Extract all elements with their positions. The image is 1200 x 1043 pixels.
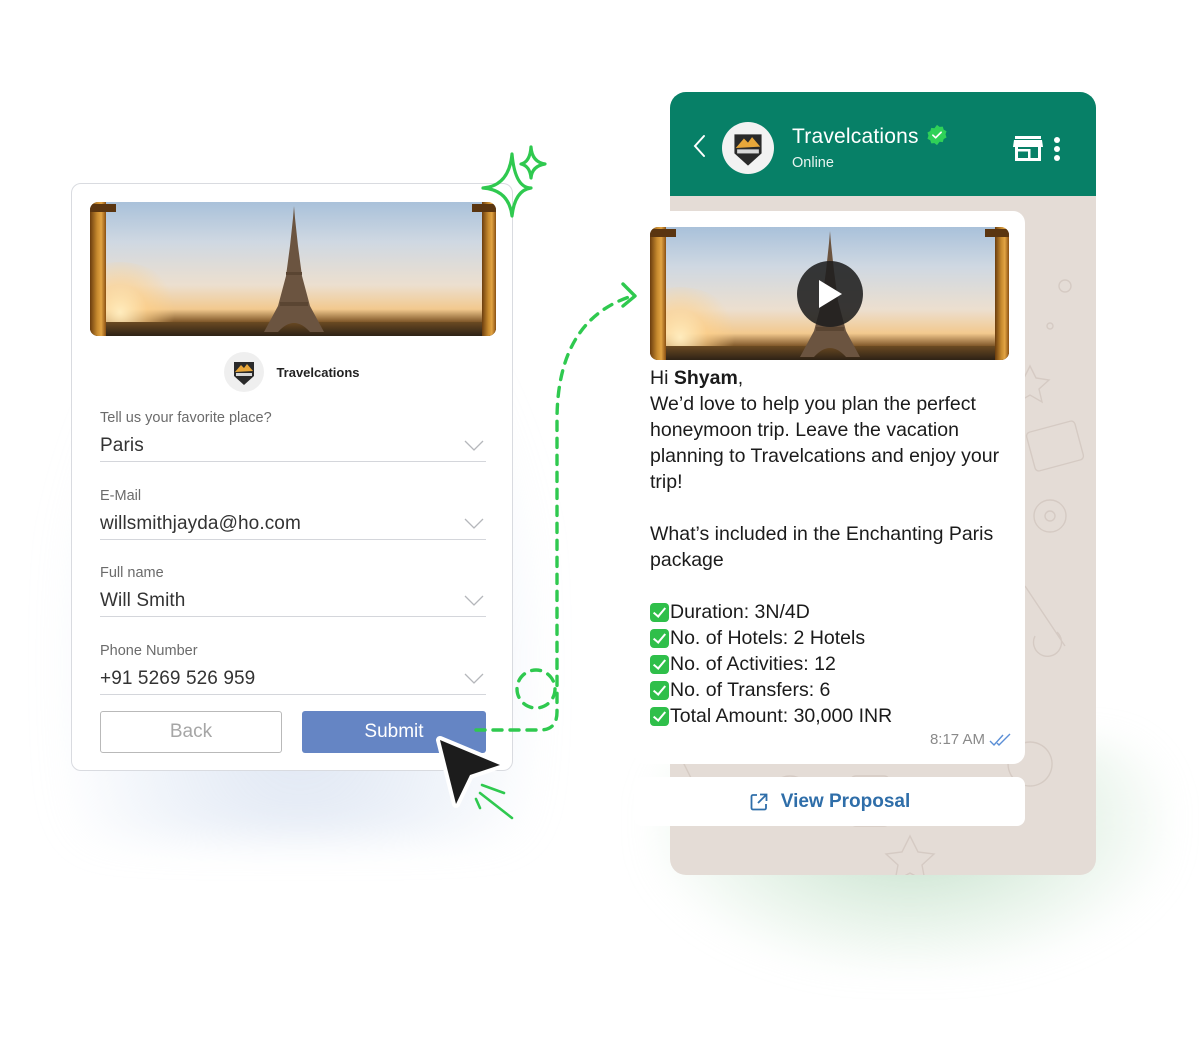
play-button[interactable]: [797, 261, 863, 327]
field-label: Phone Number: [100, 643, 198, 659]
package-item-text: Duration: 3N/4D: [670, 601, 810, 623]
submit-button[interactable]: Submit: [302, 711, 486, 753]
double-check-icon: [989, 733, 1011, 746]
phone-number-field[interactable]: Phone Number +91 5269 526 959: [100, 643, 486, 695]
email-field[interactable]: E-Mail willsmithjayda@ho.com: [100, 488, 486, 540]
chevron-down-icon[interactable]: [464, 440, 484, 452]
package-item: No. of Hotels: 2 Hotels: [650, 625, 1015, 651]
contact-name[interactable]: Travelcations: [792, 125, 919, 149]
chat-header: Travelcations Online: [670, 92, 1096, 196]
field-value: +91 5269 526 959: [100, 667, 256, 689]
field-label: Tell us your favorite place?: [100, 410, 272, 426]
chevron-down-icon[interactable]: [464, 518, 484, 530]
lead-form-card: Travelcations Tell us your favorite plac…: [71, 183, 513, 771]
view-proposal-button[interactable]: View Proposal: [634, 777, 1025, 826]
package-item: No. of Transfers: 6: [650, 677, 1015, 703]
greeting-suffix: ,: [737, 367, 744, 389]
chevron-down-icon[interactable]: [464, 673, 484, 685]
field-value: willsmithjayda@ho.com: [100, 512, 301, 534]
message-intro: We’d love to help you plan the perfect h…: [650, 393, 1000, 493]
package-item-text: No. of Activities: 12: [670, 653, 836, 675]
mountain-badge-icon: [234, 362, 255, 385]
check-mark-icon: [650, 680, 669, 700]
external-link-icon: [750, 793, 768, 810]
chevron-left-icon[interactable]: [692, 134, 708, 158]
message-text: Hi Shyam, We’d love to help you plan the…: [650, 365, 1015, 729]
message-timestamp: 8:17 AM: [930, 731, 1011, 748]
recipient-name: Shyam: [673, 367, 738, 389]
message-time: 8:17 AM: [929, 731, 985, 748]
brand-name: Travelcations: [276, 364, 360, 380]
check-mark-icon: [650, 602, 669, 622]
play-icon: [819, 280, 842, 308]
more-vertical-icon[interactable]: [1052, 136, 1062, 162]
contact-avatar[interactable]: [722, 122, 774, 174]
cta-label: View Proposal: [780, 790, 911, 812]
package-item: No. of Activities: 12: [650, 651, 1015, 677]
field-value: Will Smith: [100, 589, 186, 611]
greeting-prefix: Hi: [650, 367, 674, 389]
check-mark-icon: [650, 654, 669, 674]
brand-row: Travelcations: [72, 352, 512, 392]
package-heading: What’s included in the Enchanting Paris …: [650, 523, 994, 571]
chevron-down-icon[interactable]: [464, 595, 484, 607]
package-item: Total Amount: 30,000 INR: [650, 703, 1015, 729]
store-icon[interactable]: [1012, 136, 1044, 162]
contact-status: Online: [792, 155, 834, 171]
full-name-field[interactable]: Full name Will Smith: [100, 565, 486, 617]
package-item-text: Total Amount: 30,000 INR: [670, 705, 893, 727]
message-bubble: Hi Shyam, We’d love to help you plan the…: [634, 211, 1025, 764]
package-item-text: No. of Transfers: 6: [670, 679, 831, 701]
field-label: E-Mail: [100, 488, 142, 504]
verified-badge-icon: [927, 124, 947, 146]
check-mark-icon: [650, 628, 669, 648]
back-button[interactable]: Back: [100, 711, 282, 753]
package-item: Duration: 3N/4D: [650, 599, 1015, 625]
paris-hero-image: [90, 202, 496, 336]
field-value: Paris: [100, 434, 144, 456]
favorite-place-field[interactable]: Tell us your favorite place? Paris: [100, 410, 486, 462]
field-label: Full name: [100, 565, 164, 581]
package-item-text: No. of Hotels: 2 Hotels: [670, 627, 866, 649]
mountain-badge-icon: [734, 134, 762, 166]
brand-logo: [224, 352, 265, 392]
check-mark-icon: [650, 706, 669, 726]
video-thumbnail[interactable]: [650, 227, 1009, 360]
